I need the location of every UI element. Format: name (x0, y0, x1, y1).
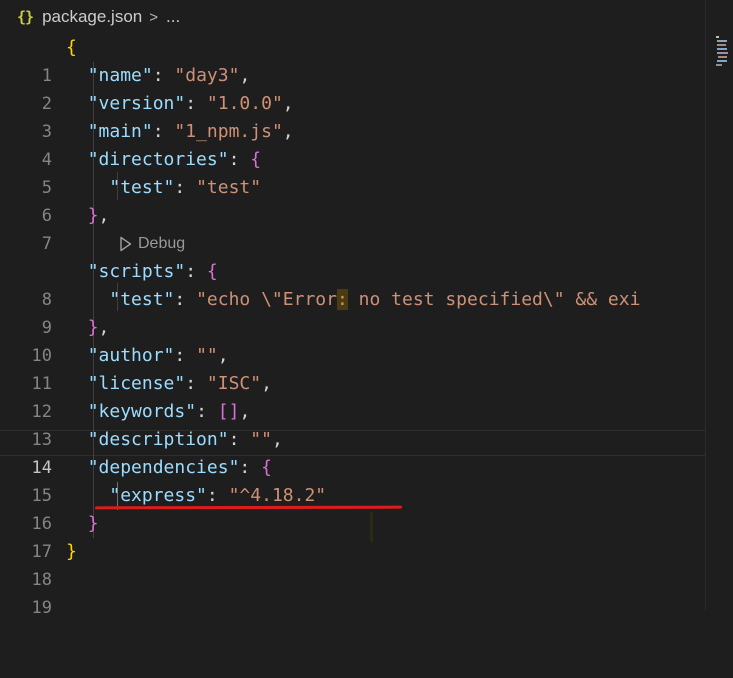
json-key: "scripts" (87, 261, 186, 282)
code-editor[interactable]: 1 { 2 "name": "day3", 3 "version": "1.0.… (0, 34, 705, 618)
json-key: "test" (109, 177, 175, 198)
json-key: "main" (87, 121, 153, 142)
breadcrumb: {} package.json > ... (0, 0, 733, 34)
json-value: "^4.18.2" (228, 485, 327, 506)
json-key: "express" (109, 485, 207, 506)
code-line: 8 "scripts": { (0, 258, 705, 310)
code-line: 2 "name": "day3", (0, 62, 705, 114)
search-highlight: : (336, 289, 348, 310)
code-line: 14 "description": "", (0, 426, 705, 478)
chevron-right-icon: > (149, 8, 159, 26)
json-value: "day3" (174, 65, 240, 86)
line-number: 19 (31, 598, 52, 618)
json-key: "keywords" (87, 401, 197, 422)
json-key: "description" (87, 429, 229, 450)
vertical-scrollbar[interactable] (705, 0, 733, 610)
json-value: "ISC" (206, 373, 262, 394)
code-line: 11 "author": "", (0, 342, 705, 394)
code-line: 19 (0, 566, 705, 618)
code-line: 18 } (0, 538, 705, 590)
code-line: 3 "version": "1.0.0", (0, 90, 705, 142)
json-value: "echo \"Error (196, 289, 337, 310)
json-key: "test" (109, 289, 175, 310)
json-key: "name" (87, 65, 153, 86)
json-key: "directories" (87, 149, 229, 170)
code-line: 9 "test": "echo \"Error: no test specifi… (0, 286, 705, 338)
code-line: 5 "directories": { (0, 146, 705, 198)
code-line: 12 "license": "ISC", (0, 370, 705, 422)
json-key: "author" (87, 345, 175, 366)
code-line: 1 { (0, 34, 705, 86)
json-key: "version" (87, 93, 186, 114)
code-line: 17 } (0, 510, 705, 562)
json-braces-icon: {} (17, 8, 34, 26)
json-value: "1_npm.js" (174, 121, 283, 142)
line-number: 7 (41, 234, 52, 254)
breadcrumb-symbol[interactable]: ... (166, 7, 180, 27)
json-value: "" (196, 345, 218, 366)
codelens-label: Debug (138, 235, 186, 252)
code-line: 15 "dependencies": { (0, 454, 705, 506)
minimap[interactable] (714, 34, 728, 68)
json-value: no test specified\" && exi (347, 289, 641, 310)
json-value: "test" (196, 177, 262, 198)
json-key: "license" (87, 373, 186, 394)
code-line: 7 }, (0, 202, 705, 254)
code-line: 6 "test": "test" (0, 174, 705, 226)
code-line: 4 "main": "1_npm.js", (0, 118, 705, 170)
code-line: 10 }, (0, 314, 705, 366)
json-key: "dependencies" (87, 457, 240, 478)
code-line: 13 "keywords": [], (0, 398, 705, 450)
text-cursor (370, 512, 373, 542)
play-icon (120, 236, 132, 252)
red-annotation-underline (94, 505, 403, 510)
json-value: "1.0.0" (206, 93, 283, 114)
json-value: "" (250, 429, 272, 450)
codelens-debug[interactable]: Debug (119, 233, 185, 255)
json-value: [] (217, 401, 240, 422)
breadcrumb-file[interactable]: package.json (42, 7, 142, 27)
